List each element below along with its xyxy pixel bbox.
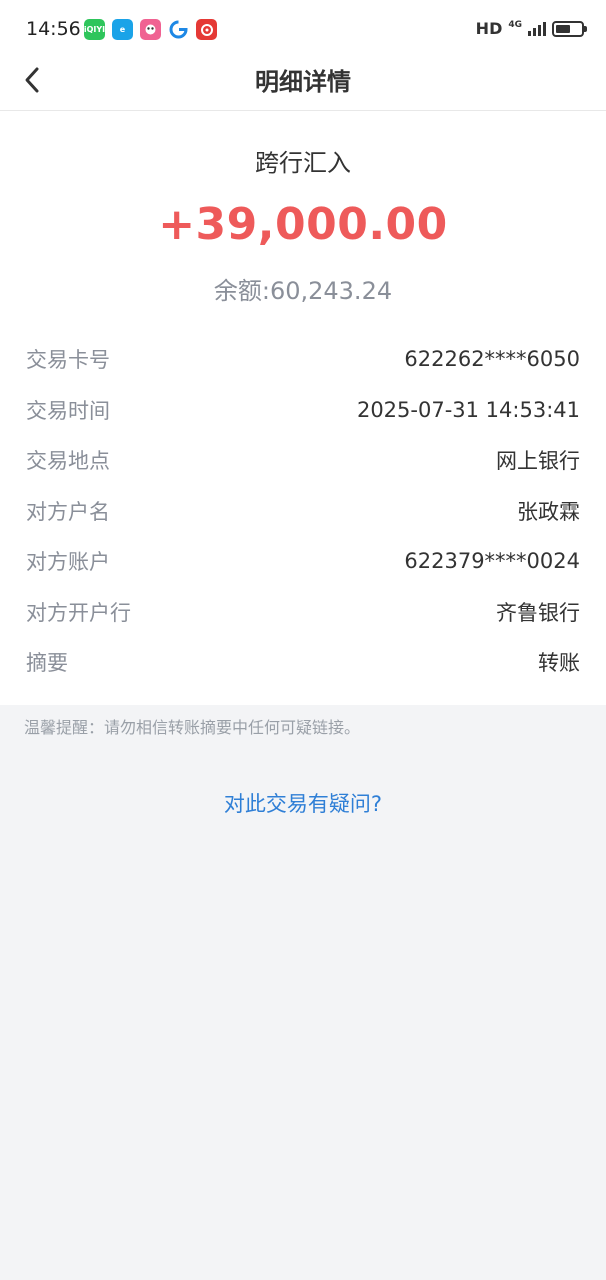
detail-row-time: 交易时间 2025-07-31 14:53:41 — [0, 385, 606, 436]
safety-tip: 温馨提醒：请勿相信转账摘要中任何可疑链接。 — [24, 718, 361, 737]
iqiyi-icon: iQIYI — [84, 19, 105, 40]
hd-label: HD — [475, 19, 503, 38]
nav-bar: 明细详情 — [0, 60, 606, 111]
transaction-question-link[interactable]: 对此交易有疑问? — [0, 788, 606, 818]
mascot-app-icon — [140, 19, 161, 40]
page-title: 明细详情 — [255, 68, 351, 96]
transaction-type: 跨行汇入 — [255, 149, 351, 177]
detail-value: 转账 — [538, 651, 580, 676]
detail-label: 交易卡号 — [26, 348, 110, 373]
netease-music-icon — [196, 19, 217, 40]
detail-value: 网上银行 — [496, 449, 580, 474]
browser-icon — [168, 19, 189, 40]
detail-label: 交易地点 — [26, 449, 110, 474]
status-app-icons: iQIYI e — [84, 19, 217, 40]
detail-value: 622262****6050 — [404, 347, 580, 372]
detail-label: 对方户名 — [26, 499, 110, 524]
status-indicators: HD 4G — [475, 19, 587, 38]
detail-value: 622379****0024 — [404, 549, 580, 574]
detail-list: 交易卡号 622262****6050 交易时间 2025-07-31 14:5… — [0, 334, 606, 688]
detail-row-location: 交易地点 网上银行 — [0, 435, 606, 486]
detail-row-card-number: 交易卡号 622262****6050 — [0, 334, 606, 385]
detail-label: 对方账户 — [26, 550, 110, 575]
detail-value: 2025-07-31 14:53:41 — [356, 397, 580, 422]
status-time: 14:56 — [26, 18, 81, 40]
detail-label: 交易时间 — [26, 398, 110, 423]
signal-icon — [528, 21, 546, 36]
transaction-amount: +39,000.00 — [158, 199, 448, 250]
detail-row-counterparty-account: 对方账户 622379****0024 — [0, 536, 606, 587]
detail-label: 对方开户行 — [26, 600, 131, 625]
network-type: 4G — [508, 19, 522, 30]
detail-row-counterparty-bank: 对方开户行 齐鲁银行 — [0, 587, 606, 638]
battery-icon — [552, 20, 587, 37]
detail-value: 齐鲁银行 — [496, 600, 580, 625]
detail-value: 张政霖 — [517, 499, 580, 524]
status-bar: 14:56 iQIYI e HD 4G — [0, 0, 606, 60]
transaction-card: 跨行汇入 +39,000.00 余额:60,243.24 交易卡号 622262… — [0, 111, 606, 705]
detail-label: 摘要 — [26, 651, 68, 676]
edge-app-icon: e — [112, 19, 133, 40]
detail-row-counterparty-name: 对方户名 张政霖 — [0, 486, 606, 537]
account-balance: 余额:60,243.24 — [213, 277, 393, 305]
detail-row-memo: 摘要 转账 — [0, 637, 606, 688]
